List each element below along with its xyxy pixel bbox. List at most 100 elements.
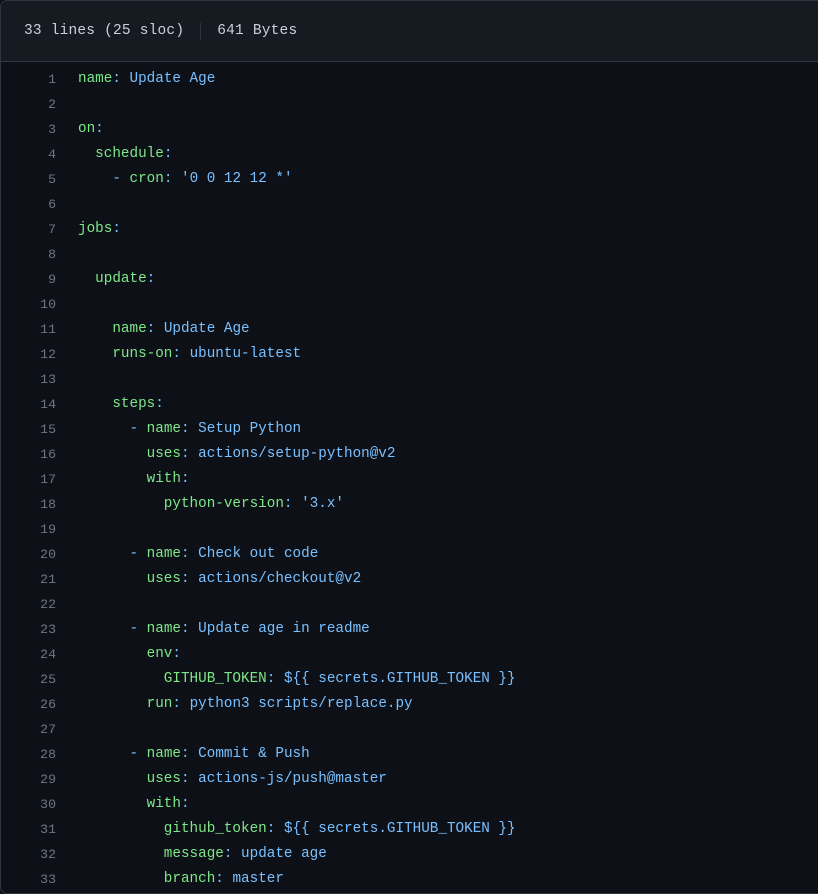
line-number[interactable]: 5 [1,167,56,192]
code-line-content: jobs: [56,217,121,242]
line-number[interactable]: 6 [1,192,56,217]
code-token-dash: - [112,171,130,187]
code-line-content: name: Update Age [56,67,215,92]
line-number[interactable]: 15 [1,417,56,442]
code-token-punc: : [180,771,190,787]
line-number[interactable]: 22 [1,592,56,617]
code-line: 3 on: [1,117,818,142]
code-token-punc: : [112,221,121,237]
code-token-key: env [146,646,173,662]
code-token-key: github_token [163,821,267,837]
code-line-content: message: update age [56,842,327,867]
code-token-punc: : [172,346,181,362]
line-number[interactable]: 24 [1,642,56,667]
code-line-content: - cron: '0 0 12 12 *' [56,167,293,192]
code-token-val: '3.x' [292,496,344,512]
code-token-dash: - [129,746,147,762]
code-line-content [56,192,78,217]
code-line-content [56,592,78,617]
code-line: 9 update: [1,267,818,292]
code-token-val: actions/checkout@v2 [189,571,362,587]
line-number[interactable]: 30 [1,792,56,817]
code-token-punc: : [215,871,224,887]
code-token-key: with [146,471,181,487]
code-line-content [56,242,78,267]
line-number[interactable]: 32 [1,842,56,867]
line-number[interactable]: 12 [1,342,56,367]
code-line-content: with: [56,792,190,817]
code-line-content: python-version: '3.x' [56,492,344,517]
code-line: 8 [1,242,818,267]
code-line: 13 [1,367,818,392]
code-token-punc: : [180,546,190,562]
code-line-content: - name: Setup Python [56,417,301,442]
code-token-key: message [163,846,224,862]
code-line-content: - name: Check out code [56,542,318,567]
code-line: 1 name: Update Age [1,67,818,92]
code-line: 10 [1,292,818,317]
code-token-dash: - [129,546,147,562]
line-number[interactable]: 3 [1,117,56,142]
line-number[interactable]: 29 [1,767,56,792]
line-number[interactable]: 18 [1,492,56,517]
code-token-key: name [78,71,113,87]
line-number[interactable]: 21 [1,567,56,592]
code-line: 5 - cron: '0 0 12 12 *' [1,167,818,192]
line-number[interactable]: 8 [1,242,56,267]
line-number[interactable]: 31 [1,817,56,842]
line-number[interactable]: 26 [1,692,56,717]
line-number[interactable]: 7 [1,217,56,242]
file-lines-count: 33 lines (25 sloc) [24,23,185,39]
code-token-val: '0 0 12 12 *' [172,171,293,187]
code-line: 21 uses: actions/checkout@v2 [1,567,818,592]
line-number[interactable]: 17 [1,467,56,492]
line-number[interactable]: 9 [1,267,56,292]
code-line-content [56,367,78,392]
line-number[interactable]: 23 [1,617,56,642]
code-line-content [56,717,78,742]
line-number[interactable]: 28 [1,742,56,767]
code-line: 2 [1,92,818,117]
code-line: 7 jobs: [1,217,818,242]
line-number[interactable]: 14 [1,392,56,417]
line-number[interactable]: 1 [1,67,56,92]
line-number[interactable]: 11 [1,317,56,342]
code-line-content: on: [56,117,104,142]
code-token-key: name [146,621,181,637]
code-line: 4 schedule: [1,142,818,167]
line-number[interactable]: 2 [1,92,56,117]
code-line-content: uses: actions/checkout@v2 [56,567,362,592]
code-token-punc: : [172,646,181,662]
code-token-punc: : [146,271,156,287]
line-number[interactable]: 27 [1,717,56,742]
code-line-content: update: [56,267,155,292]
code-token-key: jobs [78,221,113,237]
code-token-punc: : [180,571,190,587]
code-listing[interactable]: 1 name: Update Age 2 3 on: 4 schedule: 5 - cro… [1,62,818,893]
code-token-punc: : [180,621,190,637]
file-meta: 33 lines (25 sloc) 641 Bytes [24,22,297,40]
code-token-key: name [146,421,181,437]
line-number[interactable]: 4 [1,142,56,167]
line-number[interactable]: 10 [1,292,56,317]
code-token-punc: : [112,71,121,87]
code-token-val: ${{ secrets.GITHUB_TOKEN }} [275,671,516,687]
code-line: 11 name: Update Age [1,317,818,342]
code-line-content: run: python3 scripts/replace.py [56,692,413,717]
line-number[interactable]: 16 [1,442,56,467]
code-line: 14 steps: [1,392,818,417]
code-token-val: actions/setup-python@v2 [189,446,396,462]
code-token-key: with [146,796,181,812]
line-number[interactable]: 20 [1,542,56,567]
code-token-punc: : [155,396,164,412]
code-token-punc: : [180,446,190,462]
code-line: 29 uses: actions-js/push@master [1,767,818,792]
line-number[interactable]: 19 [1,517,56,542]
line-number[interactable]: 33 [1,867,56,892]
line-number[interactable]: 25 [1,667,56,692]
line-number[interactable]: 13 [1,367,56,392]
code-line-content: name: Update Age [56,317,250,342]
code-token-val: ubuntu-latest [180,346,302,362]
code-token-val: Update Age [155,321,250,337]
code-line: 26 run: python3 scripts/replace.py [1,692,818,717]
